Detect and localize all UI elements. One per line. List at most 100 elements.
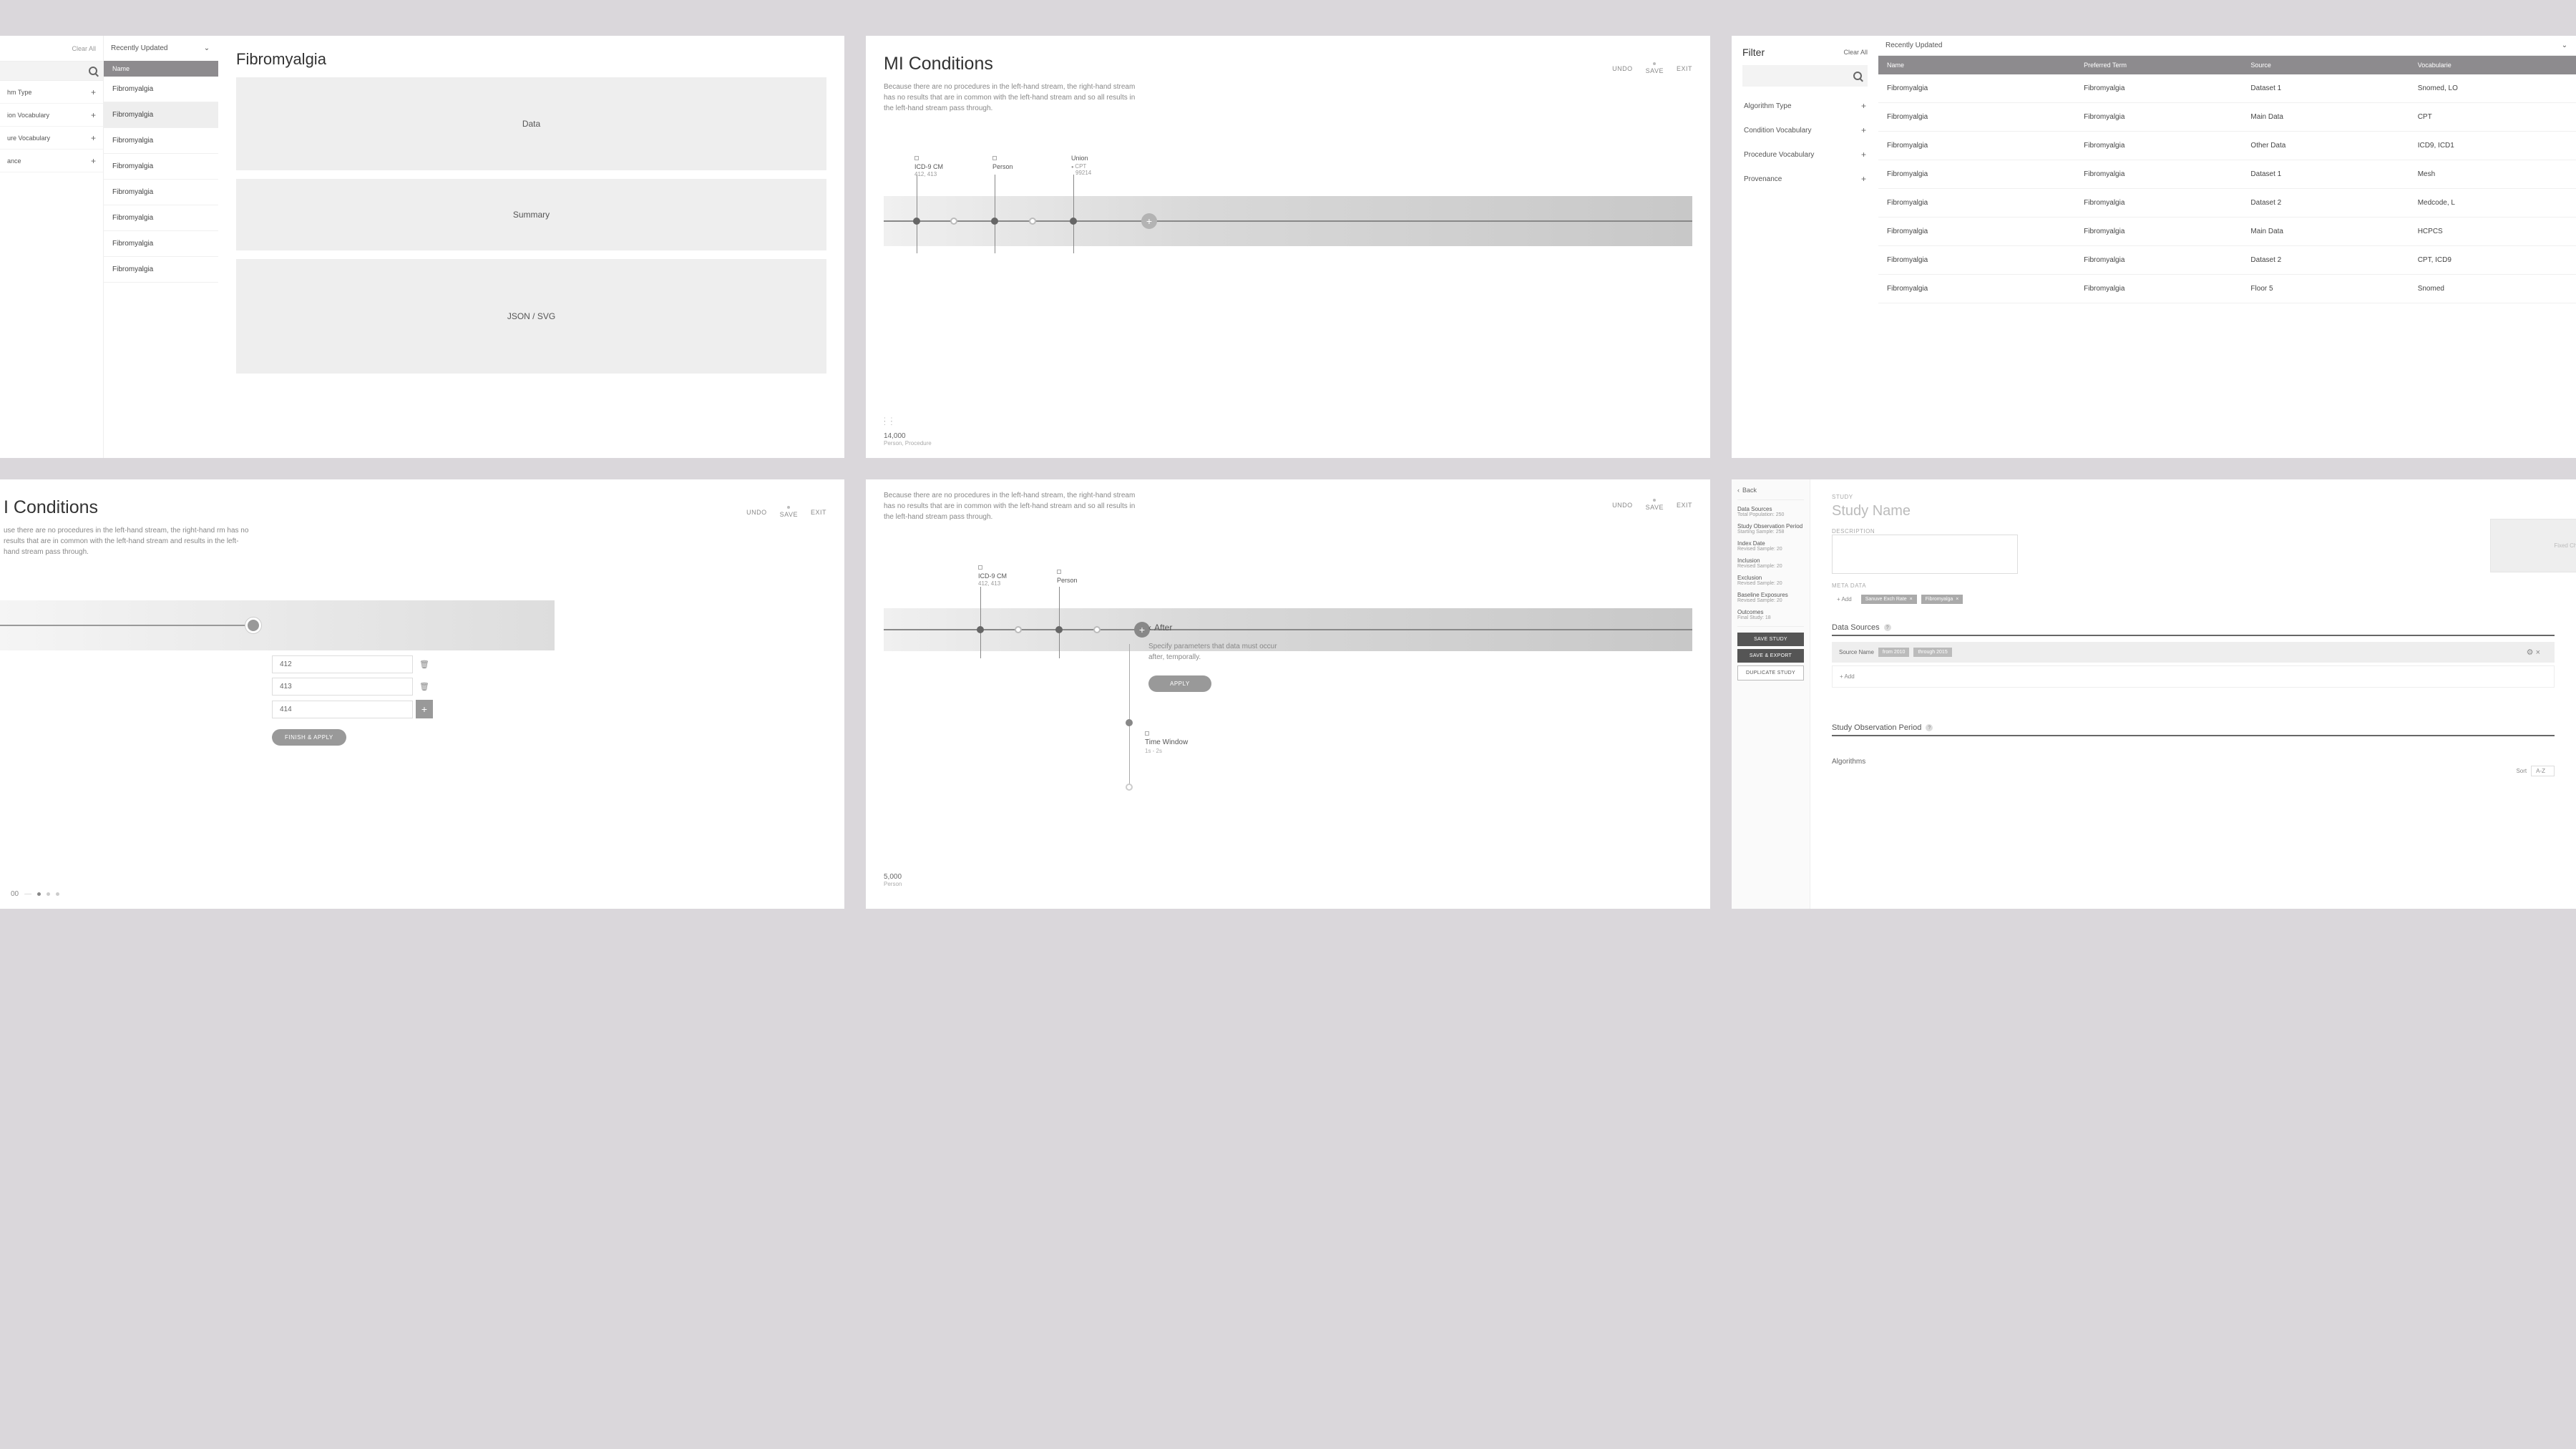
pagination[interactable]: 00 —	[11, 890, 59, 898]
data-card[interactable]: Data	[236, 77, 826, 170]
page-dot[interactable]	[56, 892, 59, 896]
flow-node-hollow[interactable]	[1015, 626, 1022, 633]
delete-button[interactable]: 🗑	[416, 678, 433, 696]
table-row[interactable]: FibromyalgiaFibromyalgiaDataset 2Medcode…	[1878, 189, 2576, 218]
filter-row[interactable]: Algorithm Type+	[1742, 94, 1868, 118]
table-row[interactable]: FibromyalgiaFibromyalgiaDataset 2CPT, IC…	[1878, 246, 2576, 275]
json-svg-card[interactable]: JSON / SVG	[236, 259, 826, 374]
duplicate-study-button[interactable]: DUPLICATE STUDY	[1737, 665, 1804, 680]
flow-node-hollow[interactable]	[1093, 626, 1101, 633]
sort-dropdown[interactable]: Recently Updated	[111, 44, 168, 52]
list-item[interactable]: Fibromyalgia	[104, 102, 218, 128]
apply-button[interactable]: FINISH & APPLY	[272, 729, 346, 746]
table-row[interactable]: FibromyalgiaFibromyalgiaMain DataCPT	[1878, 103, 2576, 132]
apply-button[interactable]: APPLY	[1148, 675, 1211, 692]
list-item[interactable]: Fibromyalgia	[104, 128, 218, 154]
timeline-node-hollow[interactable]	[1126, 784, 1133, 791]
add-tag-button[interactable]: + Add	[1832, 593, 1857, 605]
save-button[interactable]: SAVE	[780, 511, 798, 518]
filter-row[interactable]: Provenance+	[1742, 167, 1868, 191]
summary-card[interactable]: Summary	[236, 179, 826, 250]
save-button[interactable]: SAVE	[1646, 67, 1664, 74]
col-name[interactable]: Name	[1878, 62, 2075, 69]
tag-chip[interactable]: Sanuve Exch Rate×	[1861, 595, 1917, 604]
col-source[interactable]: Source	[2242, 62, 2409, 69]
table-row[interactable]: FibromyalgiaFibromyalgiaDataset 1Mesh	[1878, 160, 2576, 189]
search-box[interactable]	[0, 61, 103, 81]
list-item[interactable]: Fibromyalgia	[104, 180, 218, 205]
flow-node[interactable]	[991, 218, 998, 225]
add-node-button[interactable]: +	[1141, 213, 1157, 229]
page-dot[interactable]	[47, 892, 50, 896]
add-button[interactable]: +	[416, 700, 433, 718]
sort-select[interactable]: A-Z	[2531, 766, 2555, 776]
exit-button[interactable]: EXIT	[1677, 65, 1692, 72]
node-sublabel: ● CPT	[1071, 163, 1086, 170]
col-preferred[interactable]: Preferred Term	[2075, 62, 2242, 69]
list-item[interactable]: Fibromyalgia	[104, 231, 218, 257]
exit-button[interactable]: EXIT	[1677, 502, 1692, 509]
close-icon[interactable]: ×	[1956, 597, 1958, 602]
back-link[interactable]: Back	[1737, 487, 1804, 500]
undo-button[interactable]: UNDO	[1612, 502, 1633, 509]
table-row[interactable]: FibromyalgiaFibromyalgiaFloor 5Snomed	[1878, 275, 2576, 303]
stat-value: Starting Sample: 258	[1737, 530, 1804, 535]
study-name-input[interactable]: Study Name	[1832, 503, 2555, 519]
handle-icon[interactable]	[978, 565, 982, 570]
filter-row[interactable]: ion Vocabulary+	[0, 104, 103, 127]
close-icon[interactable]: ×	[1910, 597, 1913, 602]
flow-node[interactable]	[1070, 218, 1077, 225]
list-item[interactable]: Fibromyalgia	[104, 154, 218, 180]
table-row[interactable]: FibromyalgiaFibromyalgiaOther DataICD9, …	[1878, 132, 2576, 160]
undo-button[interactable]: UNDO	[746, 509, 767, 516]
filter-row[interactable]: hm Type+	[0, 81, 103, 104]
list-item[interactable]: Fibromyalgia	[104, 205, 218, 231]
gear-icon[interactable]: ⚙ ×	[2527, 648, 2540, 657]
flow-node[interactable]	[1055, 626, 1063, 633]
flow-node-hollow[interactable]	[1029, 218, 1036, 225]
tw-label: Time Window	[1145, 738, 1188, 746]
back-link[interactable]: After	[1148, 623, 1292, 633]
handle-icon[interactable]	[914, 156, 919, 160]
code-input[interactable]: 413	[272, 678, 413, 696]
filter-row[interactable]: Procedure Vocabulary+	[1742, 142, 1868, 167]
handle-icon[interactable]	[992, 156, 997, 160]
code-input[interactable]: 414	[272, 701, 413, 718]
add-node-button[interactable]	[245, 618, 261, 633]
sort-dropdown[interactable]: Recently Updated⌄	[1878, 36, 2576, 56]
flow-canvas[interactable]: ICD-9 CM 412, 413 Person Union ● CPT 992…	[884, 132, 1692, 318]
undo-button[interactable]: UNDO	[1612, 65, 1633, 72]
flow-node[interactable]	[913, 218, 920, 225]
col-vocab[interactable]: Vocabularie	[2409, 62, 2576, 69]
clear-all-link[interactable]: Clear All	[72, 45, 96, 52]
filter-row[interactable]: ance+	[0, 150, 103, 172]
list-item[interactable]: Fibromyalgia	[104, 257, 218, 283]
exit-button[interactable]: EXIT	[811, 509, 826, 516]
table-cell: Dataset 1	[2242, 84, 2409, 92]
handle-icon[interactable]	[1057, 570, 1061, 574]
flow-node[interactable]	[977, 626, 984, 633]
filter-row[interactable]: ure Vocabulary+	[0, 127, 103, 150]
page-dot[interactable]	[37, 892, 41, 896]
save-export-button[interactable]: SAVE & EXPORT	[1737, 649, 1804, 663]
search-box[interactable]	[1742, 65, 1868, 87]
flow-node-hollow[interactable]	[950, 218, 957, 225]
through-chip[interactable]: through 2015	[1913, 648, 1951, 657]
save-button[interactable]: SAVE	[1646, 504, 1664, 511]
timeline-node[interactable]	[1126, 719, 1133, 726]
filter-row[interactable]: Condition Vocabulary+	[1742, 118, 1868, 142]
table-row[interactable]: FibromyalgiaFibromyalgiaDataset 1Snomed,…	[1878, 74, 2576, 103]
handle-icon[interactable]	[1145, 731, 1149, 736]
drag-handle-icon[interactable]: : :: :	[884, 418, 1692, 425]
add-node-button[interactable]: +	[1134, 622, 1150, 638]
save-study-button[interactable]: SAVE STUDY	[1737, 633, 1804, 646]
tag-chip[interactable]: Fibromyalga×	[1921, 595, 1963, 604]
table-row[interactable]: FibromyalgiaFibromyalgiaMain DataHCPCS	[1878, 218, 2576, 246]
help-icon[interactable]: ?	[1884, 624, 1891, 631]
clear-all-link[interactable]: Clear All	[1843, 49, 1868, 56]
description-textarea[interactable]	[1832, 535, 2018, 574]
help-icon[interactable]: ?	[1926, 724, 1933, 731]
from-chip[interactable]: from 2010	[1878, 648, 1910, 657]
list-item[interactable]: Fibromyalgia	[104, 77, 218, 102]
add-source-button[interactable]: + Add	[1832, 665, 2555, 688]
